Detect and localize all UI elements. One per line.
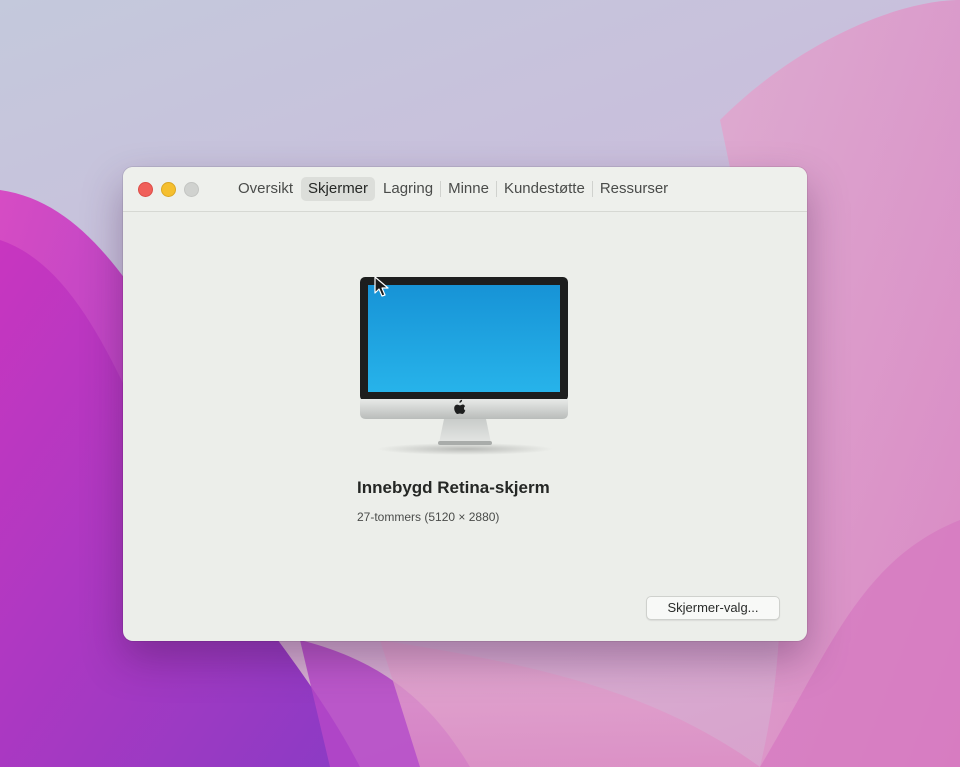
tab-minne[interactable]: Minne	[441, 177, 496, 201]
tab-kundestotte[interactable]: Kundestøtte	[497, 177, 592, 201]
tab-ressurser[interactable]: Ressurser	[593, 177, 675, 201]
display-resolution: 27-tommers (5120 × 2880)	[357, 510, 500, 524]
minimize-button[interactable]	[161, 182, 176, 197]
window-titlebar: Oversikt Skjermer Lagring Minne Kundestø…	[123, 167, 807, 212]
mouse-cursor-icon	[374, 276, 389, 297]
display-name: Innebygd Retina-skjerm	[357, 478, 550, 497]
display-preferences-button[interactable]: Skjermer-valg...	[646, 596, 780, 620]
about-this-mac-window: Oversikt Skjermer Lagring Minne Kundestø…	[123, 167, 807, 641]
tab-skjermer[interactable]: Skjermer	[301, 177, 376, 201]
zoom-button	[184, 182, 199, 197]
tab-lagring[interactable]: Lagring	[376, 177, 440, 201]
close-button[interactable]	[138, 182, 153, 197]
tab-bar: Oversikt Skjermer Lagring Minne Kundestø…	[231, 176, 675, 202]
tab-oversikt[interactable]: Oversikt	[231, 177, 300, 201]
displays-panel: Innebygd Retina-skjerm 27-tommers (5120 …	[123, 212, 807, 641]
imac-icon	[360, 277, 568, 455]
